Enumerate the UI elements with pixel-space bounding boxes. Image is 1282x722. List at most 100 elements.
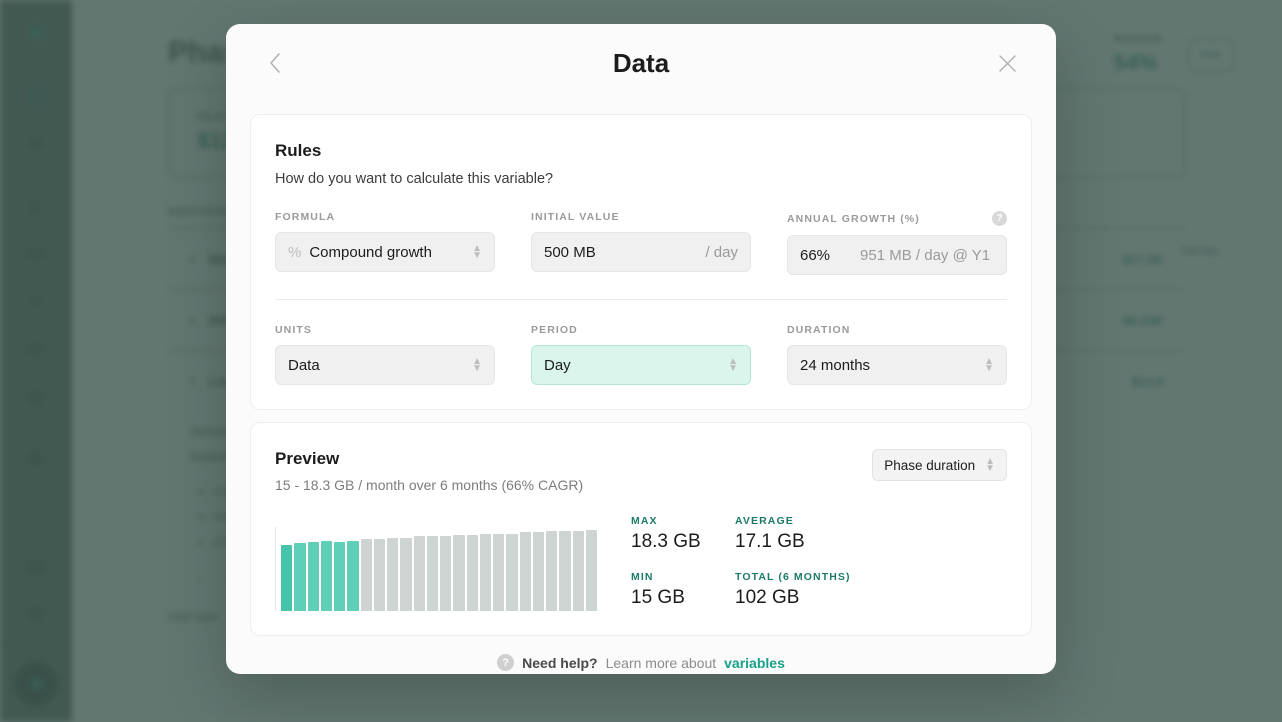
grid-icon[interactable] [12, 72, 60, 120]
chart-bar [493, 533, 505, 611]
data-modal: Data Rules How do you want to calculate … [226, 24, 1056, 674]
modal-footer: ? Need help? Learn more about variables [226, 654, 1056, 671]
chart-bar [360, 538, 372, 611]
field-duration-label: DURATION [787, 324, 851, 336]
stepper-icon[interactable]: ▲ ▼ [985, 457, 995, 474]
kpi-margin-label: MARGIN [1113, 34, 1162, 45]
kpi-margin-value: 54% [1113, 50, 1158, 75]
formula-select[interactable]: % Compound growth ▲ ▼ [275, 232, 495, 272]
kpi-margin: MARGIN 54% [1114, 34, 1162, 76]
chart-bar [532, 531, 544, 611]
field-initial-value-label: INITIAL VALUE [531, 211, 620, 223]
row-total: $6.23K [1122, 312, 1164, 328]
team-icon[interactable] [12, 229, 60, 277]
chevron-left-icon[interactable] [258, 46, 292, 80]
field-period-label: PERIOD [531, 324, 578, 336]
stat-max: MAX 18.3 GB [631, 515, 735, 553]
chart-bar [426, 535, 438, 611]
rules-row-2: UNITS Data ▲ ▼ PERIOD Day ▲ ▼ DURATION 2… [275, 324, 1007, 385]
chart-bar [506, 534, 518, 611]
row-total: $17.8K [1122, 251, 1164, 267]
stepper-icon[interactable]: ▲ ▼ [728, 357, 738, 374]
field-units-label: UNITS [275, 324, 312, 336]
chart-bar [373, 538, 385, 611]
gear-icon[interactable] [12, 373, 60, 421]
sidebar-group-2 [0, 175, 72, 428]
field-formula-label: FORMULA [275, 211, 336, 223]
person-icon[interactable] [12, 181, 60, 229]
annual-growth-input[interactable]: 66% 951 MB / day @ Y1 [787, 235, 1007, 275]
chart-bar [479, 533, 491, 611]
chart-bar [400, 537, 412, 611]
chart-bar [413, 536, 425, 611]
modal-title: Data [612, 47, 670, 78]
chevron-down-icon: ▾ [190, 375, 196, 387]
sidebar-footer: ≈ [0, 645, 72, 722]
units-select[interactable]: Data ▲ ▼ [275, 345, 495, 385]
field-initial-value: INITIAL VALUE 500 MB / day [531, 211, 751, 275]
help-icon[interactable]: ? [497, 654, 515, 671]
document-icon[interactable] [12, 434, 60, 482]
field-period: PERIOD Day ▲ ▼ [531, 324, 751, 385]
range-select[interactable]: Phase duration ▲ ▼ [872, 449, 1007, 481]
rules-title: Rules [275, 141, 322, 160]
header-actions: MARGIN 54% ••• [1114, 34, 1234, 76]
chart-bar [320, 541, 332, 611]
rules-panel: Rules How do you want to calculate this … [250, 114, 1032, 410]
row-total: $13.8 [1131, 373, 1164, 389]
chart-bar [281, 544, 293, 611]
avatar[interactable]: ≈ [13, 662, 58, 707]
duration-select[interactable]: 24 months ▲ ▼ [787, 345, 1007, 385]
close-icon[interactable] [990, 46, 1024, 80]
field-duration: DURATION 24 months ▲ ▼ [787, 324, 1007, 385]
cloud-icon[interactable] [12, 325, 60, 373]
preview-subtitle: 15 - 18.3 GB / month over 6 months (66% … [275, 477, 584, 493]
preview-panel: Preview 15 - 18.3 GB / month over 6 mont… [250, 422, 1032, 636]
preview-body: MAX 18.3 GB AVERAGE 17.1 GB MIN 15 GB TO… [275, 515, 1007, 611]
pen-icon[interactable] [12, 482, 60, 530]
stat-average-value: 17.1 GB [735, 531, 805, 552]
stepper-icon[interactable]: ▲ ▼ [984, 357, 994, 374]
field-formula: FORMULA % Compound growth ▲ ▼ [275, 211, 495, 275]
stat-total-value: 102 GB [735, 587, 800, 608]
period-value: Day [544, 356, 571, 374]
initial-value-text: 500 MB [544, 243, 596, 261]
stepper-icon[interactable]: ▲ ▼ [472, 357, 482, 374]
preview-stats: MAX 18.3 GB AVERAGE 17.1 GB MIN 15 GB TO… [631, 515, 851, 611]
chart-bar [466, 534, 478, 611]
sidebar-group-4 [0, 537, 72, 646]
chart-bar [546, 531, 558, 611]
chart-bar [440, 536, 452, 611]
preview-bar-chart [275, 527, 597, 611]
variables-link[interactable]: variables [724, 655, 785, 671]
stepper-icon[interactable]: ▲ ▼ [472, 244, 482, 261]
chart-bar [347, 541, 359, 611]
card-icon[interactable] [12, 543, 60, 591]
box-icon[interactable] [12, 277, 60, 325]
sidebar: ≈ ≈ [0, 0, 72, 722]
stat-total-label: TOTAL (6 MONTHS) [735, 571, 851, 583]
binoculars-icon[interactable] [12, 120, 60, 168]
more-button[interactable]: ••• [1188, 38, 1234, 72]
clock-icon[interactable]: ◔ [194, 568, 203, 593]
annual-growth-value: 66% [800, 246, 831, 264]
initial-value-input[interactable]: 500 MB / day [531, 232, 751, 272]
chevron-right-icon: ▸ [190, 314, 196, 326]
chart-bar [334, 542, 346, 611]
chart-bar [572, 530, 584, 611]
period-select[interactable]: Day ▲ ▼ [531, 345, 751, 385]
chevron-right-icon: ▸ [190, 253, 196, 265]
footer-text: Learn more about [605, 654, 717, 671]
help-icon[interactable]: ? [992, 211, 1007, 226]
chart-bar [453, 534, 465, 611]
sidebar-group-1 [0, 66, 72, 175]
stat-total: TOTAL (6 MONTHS) 102 GB [735, 571, 851, 609]
field-annual-growth: ANNUAL GROWTH (%) ? 66% 951 MB / day @ Y… [787, 211, 1007, 275]
stat-min-label: MIN [631, 571, 654, 583]
rules-subtitle: How do you want to calculate this variab… [275, 171, 554, 187]
range-select-value: Phase duration [884, 457, 976, 473]
sidebar-group-3 [0, 428, 72, 537]
info-icon[interactable] [12, 591, 60, 639]
app-logo[interactable]: ≈ [0, 0, 72, 66]
preview-title: Preview [275, 449, 340, 468]
